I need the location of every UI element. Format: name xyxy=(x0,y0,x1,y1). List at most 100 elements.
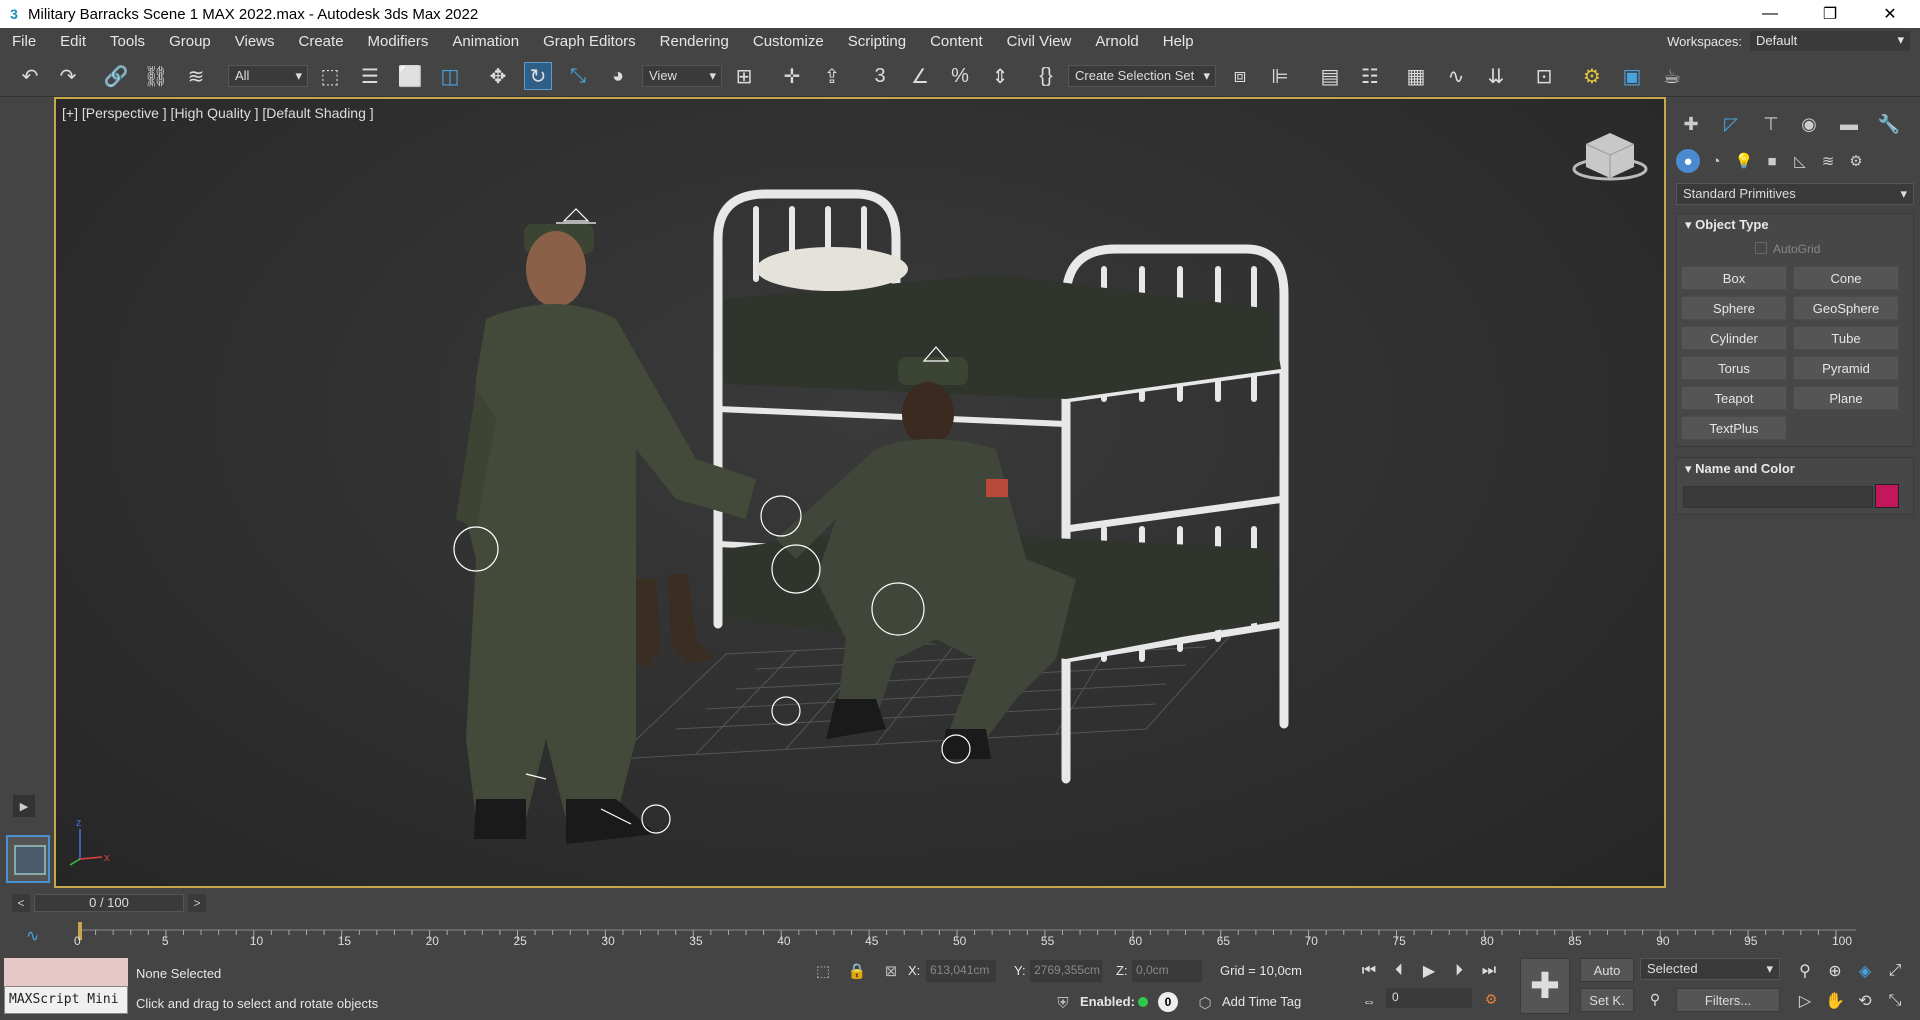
systems-icon[interactable]: ⚙ xyxy=(1844,149,1868,173)
snaps-icon[interactable]: 3 xyxy=(866,62,894,90)
menu-rendering[interactable]: Rendering xyxy=(648,33,741,50)
manipulate-icon[interactable]: ✛ xyxy=(778,62,806,90)
window-crossing-icon[interactable]: ◫ xyxy=(436,62,464,90)
menu-graph-editors[interactable]: Graph Editors xyxy=(531,33,648,50)
menu-group[interactable]: Group xyxy=(157,33,223,50)
cone-button[interactable]: Cone xyxy=(1793,266,1899,290)
rotate-icon[interactable]: ↻ xyxy=(524,62,552,90)
maxscript-mini-listener[interactable]: MAXScript Mini xyxy=(4,986,128,1014)
primitive-category-dropdown[interactable]: Standard Primitives xyxy=(1676,183,1914,205)
layer-explorer-icon[interactable]: ☷ xyxy=(1356,62,1384,90)
x-coord-field[interactable]: 613,041cm xyxy=(926,960,996,982)
zoom-all-icon[interactable]: ⊕ xyxy=(1822,958,1848,984)
curve-editor-icon[interactable]: ∿ xyxy=(1442,62,1470,90)
bind-space-warp-icon[interactable]: ≋ xyxy=(182,62,210,90)
shapes-icon[interactable]: ◔ xyxy=(1704,149,1728,173)
schematic-view-icon[interactable]: ⇊ xyxy=(1482,62,1510,90)
maximize-viewport-icon[interactable]: ⤡ xyxy=(1882,988,1908,1014)
expand-play-icon[interactable]: ▶ xyxy=(13,795,35,817)
menu-arnold[interactable]: Arnold xyxy=(1083,33,1150,50)
perspective-viewport[interactable]: z x [+] [Perspective ] [High Quality ] [… xyxy=(54,97,1666,888)
named-selection-dropdown[interactable]: Create Selection Set xyxy=(1068,65,1216,87)
time-slider[interactable]: 0 / 100 xyxy=(34,894,184,912)
menu-views[interactable]: Views xyxy=(223,33,287,50)
zoom-extents-icon[interactable]: ◈ xyxy=(1852,958,1878,984)
box-button[interactable]: Box xyxy=(1681,266,1787,290)
align-icon[interactable]: ⊫ xyxy=(1266,62,1294,90)
filters-button[interactable]: Filters... xyxy=(1676,988,1780,1012)
menu-scripting[interactable]: Scripting xyxy=(836,33,918,50)
ribbon-icon[interactable]: ▦ xyxy=(1402,62,1430,90)
object-color-swatch[interactable] xyxy=(1875,484,1899,508)
unlink-icon[interactable]: ⛓ xyxy=(142,62,170,90)
play-icon[interactable]: ▶ xyxy=(1416,958,1442,984)
isolate-selection-icon[interactable]: ⬚ xyxy=(812,960,834,982)
textplus-button[interactable]: TextPlus xyxy=(1681,416,1787,440)
add-time-tag[interactable]: Add Time Tag xyxy=(1222,994,1301,1009)
minimize-button[interactable]: — xyxy=(1740,0,1800,28)
auto-key-button[interactable]: Auto xyxy=(1580,958,1634,982)
cylinder-button[interactable]: Cylinder xyxy=(1681,326,1787,350)
zoom-extents-all-icon[interactable]: ⤢ xyxy=(1882,958,1908,984)
maxscript-listener-top[interactable] xyxy=(4,958,128,986)
scene-explorer-icon[interactable]: ▤ xyxy=(1316,62,1344,90)
workspace-dropdown[interactable]: Default xyxy=(1750,31,1910,51)
select-object-icon[interactable]: ⬚ xyxy=(316,62,344,90)
utilities-tab-icon[interactable]: 🔧 xyxy=(1876,111,1902,137)
set-key-button[interactable]: Set K. xyxy=(1580,988,1634,1012)
autogrid-checkbox[interactable]: AutoGrid xyxy=(1755,242,1820,256)
menu-civil-view[interactable]: Civil View xyxy=(995,33,1084,50)
geosphere-button[interactable]: GeoSphere xyxy=(1793,296,1899,320)
reference-coord-dropdown[interactable]: View xyxy=(642,65,722,87)
go-to-end-icon[interactable]: ⏭ xyxy=(1476,958,1502,984)
go-to-start-icon[interactable]: ⏮ xyxy=(1356,958,1382,984)
place-icon[interactable]: ◕ xyxy=(604,62,632,90)
move-icon[interactable]: ✥ xyxy=(484,62,512,90)
y-coord-field[interactable]: 2769,355cm xyxy=(1030,960,1102,982)
name-and-color-header[interactable]: Name and Color xyxy=(1677,458,1913,480)
menu-modifiers[interactable]: Modifiers xyxy=(356,33,441,50)
set-key-icon[interactable]: ✚ xyxy=(1520,958,1570,1014)
z-coord-field[interactable]: 0,0cm xyxy=(1132,960,1202,982)
lights-icon[interactable]: 💡 xyxy=(1732,149,1756,173)
spinner-snap-icon[interactable]: ⇕ xyxy=(986,62,1014,90)
current-frame-field[interactable]: 0 xyxy=(1386,988,1472,1008)
link-icon[interactable]: 🔗 xyxy=(102,62,130,90)
menu-help[interactable]: Help xyxy=(1151,33,1206,50)
close-button[interactable]: ✕ xyxy=(1860,0,1920,28)
mini-curve-editor-icon[interactable]: ∿ xyxy=(26,926,39,946)
rectangular-selection-icon[interactable]: ⬜ xyxy=(396,62,424,90)
object-type-header[interactable]: Object Type xyxy=(1677,214,1913,236)
render-icon[interactable]: ☕ xyxy=(1658,62,1686,90)
menu-edit[interactable]: Edit xyxy=(48,33,98,50)
material-editor-icon[interactable]: ⊡ xyxy=(1530,62,1558,90)
undo-icon[interactable]: ↶ xyxy=(16,62,44,90)
selection-filter-dropdown[interactable]: All xyxy=(228,65,308,87)
render-setup-icon[interactable]: ⚙ xyxy=(1578,62,1606,90)
time-next-button[interactable]: > xyxy=(188,894,206,912)
helpers-icon[interactable]: ◺ xyxy=(1788,149,1812,173)
geometry-icon[interactable]: ● xyxy=(1676,149,1700,173)
menu-content[interactable]: Content xyxy=(918,33,995,50)
space-warps-icon[interactable]: ≋ xyxy=(1816,149,1840,173)
key-filters-icon[interactable]: ⚲ xyxy=(1642,986,1668,1012)
pyramid-button[interactable]: Pyramid xyxy=(1793,356,1899,380)
time-tag-icon[interactable]: ⬡ xyxy=(1194,992,1216,1014)
mirror-icon[interactable]: ⧈ xyxy=(1226,62,1254,90)
pivot-icon[interactable]: ⊞ xyxy=(730,62,758,90)
percent-snap-icon[interactable]: % xyxy=(946,62,974,90)
zoom-icon[interactable]: ⚲ xyxy=(1792,958,1818,984)
redo-icon[interactable]: ↷ xyxy=(54,62,82,90)
maximize-button[interactable]: ❐ xyxy=(1800,0,1860,28)
modify-tab-icon[interactable]: ◸ xyxy=(1718,111,1744,137)
time-configuration-icon[interactable]: ⚙ xyxy=(1478,986,1504,1012)
adaptive-degradation-icon[interactable]: ⛨ xyxy=(1052,992,1074,1014)
menu-customize[interactable]: Customize xyxy=(741,33,836,50)
key-mode-icon[interactable]: ⇔ xyxy=(1356,988,1382,1014)
viewport-label[interactable]: [+] [Perspective ] [High Quality ] [Defa… xyxy=(62,105,374,121)
next-frame-icon[interactable]: ⏵ xyxy=(1446,958,1472,984)
select-by-name-icon[interactable]: ☰ xyxy=(356,62,384,90)
field-of-view-icon[interactable]: ▷ xyxy=(1792,988,1818,1014)
orbit-icon[interactable]: ⟲ xyxy=(1852,988,1878,1014)
plane-button[interactable]: Plane xyxy=(1793,386,1899,410)
